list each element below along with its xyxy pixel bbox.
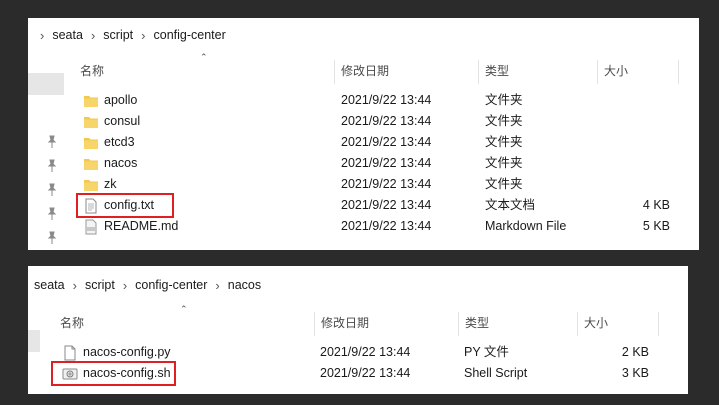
file-modified: 2021/9/22 13:44	[341, 114, 432, 128]
column-divider[interactable]	[577, 312, 578, 336]
highlight-box-config-txt	[76, 193, 174, 218]
list-item-zk[interactable]: zk 2021/9/22 13:44 文件夹	[28, 174, 699, 195]
explorer-window-nacos: seata › script › config-center › nacos ⌃…	[28, 266, 688, 394]
breadcrumb: › seata › script › config-center	[28, 20, 699, 50]
file-name: nacos-config.py	[83, 345, 171, 359]
file-name: nacos	[104, 156, 138, 170]
breadcrumb-nacos[interactable]: nacos	[224, 278, 265, 292]
column-divider[interactable]	[478, 60, 479, 84]
file-modified: 2021/9/22 13:44	[341, 156, 432, 170]
column-divider[interactable]	[458, 312, 459, 336]
file-size	[588, 153, 670, 174]
breadcrumb-script[interactable]: script	[81, 278, 119, 292]
column-header-name[interactable]: 名称	[60, 310, 84, 336]
folder-icon	[83, 93, 99, 109]
list-item-nacos[interactable]: nacos 2021/9/22 13:44 文件夹	[28, 153, 699, 174]
file-type: Shell Script	[464, 366, 528, 380]
list-item-nacos-config-py[interactable]: nacos-config.py 2021/9/22 13:44 PY 文件 2 …	[28, 342, 688, 363]
file-name: consul	[104, 114, 141, 128]
sort-ascending-icon: ⌃	[200, 52, 208, 62]
folder-icon	[83, 156, 99, 172]
folder-icon	[83, 135, 99, 151]
column-header-modified[interactable]: 修改日期	[341, 58, 389, 84]
file-name-cell: consul	[83, 111, 140, 132]
column-divider[interactable]	[334, 60, 335, 84]
file-name: etcd3	[104, 135, 135, 149]
file-type: 文件夹	[485, 177, 523, 191]
column-divider[interactable]	[314, 312, 315, 336]
file-type: PY 文件	[464, 345, 509, 359]
file-size	[588, 90, 670, 111]
file-modified: 2021/9/22 13:44	[341, 93, 432, 107]
folder-icon	[83, 114, 99, 130]
python-file-icon	[62, 345, 78, 361]
file-name-cell: nacos-config.py	[62, 342, 171, 363]
breadcrumb-config-center[interactable]: config-center	[150, 28, 230, 42]
chevron-right-icon[interactable]: ›	[69, 278, 81, 293]
column-divider[interactable]	[597, 60, 598, 84]
chevron-right-icon[interactable]: ›	[87, 28, 99, 43]
file-modified: 2021/9/22 13:44	[341, 219, 432, 233]
column-header-modified[interactable]: 修改日期	[321, 310, 369, 336]
column-divider[interactable]	[658, 312, 659, 336]
file-size: 3 KB	[621, 366, 649, 380]
list-item-etcd3[interactable]: etcd3 2021/9/22 13:44 文件夹	[28, 132, 699, 153]
column-header-type[interactable]: 类型	[465, 310, 489, 336]
file-size: 5 KB	[642, 219, 670, 233]
column-header-name[interactable]: 名称	[80, 58, 104, 84]
breadcrumb: seata › script › config-center › nacos	[28, 270, 688, 300]
file-name-cell: README.md	[83, 216, 178, 237]
file-name-cell: etcd3	[83, 132, 135, 153]
chevron-right-icon[interactable]: ›	[119, 278, 131, 293]
file-type: 文件夹	[485, 114, 523, 128]
file-modified: 2021/9/22 13:44	[341, 177, 432, 191]
file-modified: 2021/9/22 13:44	[341, 198, 432, 212]
column-header-size[interactable]: 大小	[604, 58, 628, 84]
markdown-file-icon	[83, 219, 99, 235]
chevron-right-icon[interactable]: ›	[36, 28, 48, 43]
sort-ascending-icon: ⌃	[180, 304, 188, 314]
file-modified: 2021/9/22 13:44	[341, 135, 432, 149]
file-type: 文件夹	[485, 156, 523, 170]
file-modified: 2021/9/22 13:44	[320, 366, 411, 380]
chevron-right-icon[interactable]: ›	[137, 28, 149, 43]
explorer-window-config-center: › seata › script › config-center ⌃ 名称 修改…	[28, 18, 699, 250]
column-header-size[interactable]: 大小	[584, 310, 608, 336]
column-header-row: ⌃ 名称 修改日期 类型 大小	[68, 52, 699, 84]
highlight-box-nacos-config-sh	[51, 361, 176, 386]
file-size: 2 KB	[621, 345, 649, 359]
chevron-right-icon[interactable]: ›	[211, 278, 223, 293]
breadcrumb-seata[interactable]: seata	[30, 278, 69, 292]
file-size	[588, 174, 670, 195]
file-name: zk	[104, 177, 117, 191]
file-name: README.md	[104, 219, 179, 233]
breadcrumb-config-center[interactable]: config-center	[131, 278, 211, 292]
file-name: apollo	[104, 93, 138, 107]
column-header-row: ⌃ 名称 修改日期 类型 大小	[48, 304, 688, 336]
file-type: 文本文档	[485, 198, 536, 212]
file-size	[588, 111, 670, 132]
list-item-readme-md[interactable]: README.md 2021/9/22 13:44 Markdown File …	[28, 216, 699, 237]
file-name-cell: zk	[83, 174, 117, 195]
column-divider[interactable]	[678, 60, 679, 84]
list-item-apollo[interactable]: apollo 2021/9/22 13:44 文件夹	[28, 90, 699, 111]
file-type: Markdown File	[485, 219, 567, 233]
file-type: 文件夹	[485, 135, 523, 149]
file-name-cell: apollo	[83, 90, 137, 111]
file-size: 4 KB	[642, 198, 670, 212]
breadcrumb-script[interactable]: script	[99, 28, 137, 42]
list-item-consul[interactable]: consul 2021/9/22 13:44 文件夹	[28, 111, 699, 132]
file-modified: 2021/9/22 13:44	[320, 345, 411, 359]
file-type: 文件夹	[485, 93, 523, 107]
file-size	[588, 132, 670, 153]
breadcrumb-seata[interactable]: seata	[48, 28, 87, 42]
file-name-cell: nacos	[83, 153, 137, 174]
column-header-type[interactable]: 类型	[485, 58, 509, 84]
folder-icon	[83, 177, 99, 193]
